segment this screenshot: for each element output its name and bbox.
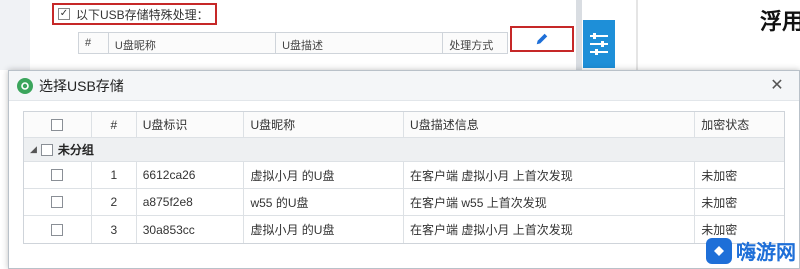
row-encryption-status: 未加密 (701, 195, 738, 210)
select-usb-storage-dialog: 选择USB存储 ✕ # U盘标识 U盘昵称 U盘描述信息 加密状态 ◢ 未分组 … (8, 70, 800, 269)
dialog-titlebar: 选择USB存储 ✕ (9, 71, 799, 101)
table-row[interactable]: 2 a875f2e8 w55 的U盘 在客户端 w55 上首次发现 未加密 (24, 189, 784, 216)
app-logo-icon (17, 77, 33, 94)
site-watermark: 嗨游网 (706, 236, 796, 265)
pencil-icon (536, 33, 548, 45)
dialog-title: 选择USB存储 (39, 77, 124, 94)
group-label: 未分组 (57, 143, 94, 157)
sliders-icon[interactable] (583, 20, 615, 68)
edit-rules-button[interactable] (510, 26, 574, 52)
rules-col-action: 处理方式 (449, 40, 494, 52)
close-icon[interactable]: ✕ (767, 76, 787, 96)
group-row-ungrouped[interactable]: ◢ 未分组 (24, 138, 784, 162)
group-checkbox[interactable] (40, 143, 53, 156)
collapse-arrow-icon[interactable]: ◢ (30, 144, 37, 155)
row-usb-description: 在客户端 虚拟小月 上首次发现 (404, 162, 696, 188)
rules-col-nickname: U盘昵称 (109, 33, 277, 53)
group-cell: ◢ 未分组 (24, 138, 94, 161)
row-usb-description: 在客户端 虚拟小月 上首次发现 (404, 216, 696, 243)
header-usb-description[interactable]: U盘描述信息 (404, 112, 696, 137)
background-heading-fragment: 浮用 (760, 9, 800, 34)
watermark-logo-icon (706, 237, 732, 264)
select-all-checkbox[interactable] (51, 118, 64, 131)
row-checkbox[interactable] (51, 196, 64, 208)
header-index[interactable]: # (92, 112, 137, 137)
row-usb-nickname: 虚拟小月 的U盘 (244, 162, 405, 188)
header-encryption-status[interactable]: 加密状态 (695, 112, 784, 137)
usb-special-rule-checkbox[interactable]: ✓ (58, 8, 70, 20)
row-usb-description: 在客户端 w55 上首次发现 (404, 189, 696, 215)
usb-storage-grid: # U盘标识 U盘昵称 U盘描述信息 加密状态 ◢ 未分组 1 6612ca26… (23, 111, 785, 244)
left-panel-strip (0, 0, 30, 70)
row-index: 2 (92, 189, 137, 215)
table-row[interactable]: 3 30a853cc 虚拟小月 的U盘 在客户端 虚拟小月 上首次发现 未加密 (24, 216, 784, 243)
row-usb-id: a875f2e8 (137, 189, 245, 215)
rules-col-index: # (79, 33, 109, 53)
row-usb-id: 30a853cc (137, 216, 245, 243)
rules-col-description: U盘描述 (276, 33, 444, 53)
header-usb-nickname[interactable]: U盘昵称 (244, 112, 405, 137)
usb-special-rule-label: 以下USB存储特殊处理： (76, 7, 209, 22)
row-usb-id: 6612ca26 (137, 162, 245, 188)
usb-special-rule-option[interactable]: ✓ 以下USB存储特殊处理： (52, 3, 217, 25)
row-encryption-status: 未加密 (701, 168, 738, 183)
watermark-text: 嗨游网 (736, 240, 796, 264)
row-checkbox[interactable] (51, 169, 64, 181)
table-row[interactable]: 1 6612ca26 虚拟小月 的U盘 在客户端 虚拟小月 上首次发现 未加密 (24, 162, 784, 189)
row-checkbox[interactable] (51, 223, 64, 236)
row-check-cell (24, 189, 92, 215)
row-check-cell (24, 162, 92, 188)
select-all-cell (24, 112, 92, 137)
row-index: 1 (92, 162, 137, 188)
row-check-cell (24, 216, 92, 243)
row-index: 3 (92, 216, 137, 243)
row-usb-nickname: 虚拟小月 的U盘 (244, 216, 405, 243)
grid-header-row: # U盘标识 U盘昵称 U盘描述信息 加密状态 (24, 112, 784, 138)
rules-table-header: # U盘昵称 U盘描述 处理方式 (78, 32, 508, 54)
background-scrollbar[interactable] (576, 0, 582, 70)
row-usb-nickname: w55 的U盘 (244, 189, 405, 215)
header-usb-id[interactable]: U盘标识 (137, 112, 245, 137)
